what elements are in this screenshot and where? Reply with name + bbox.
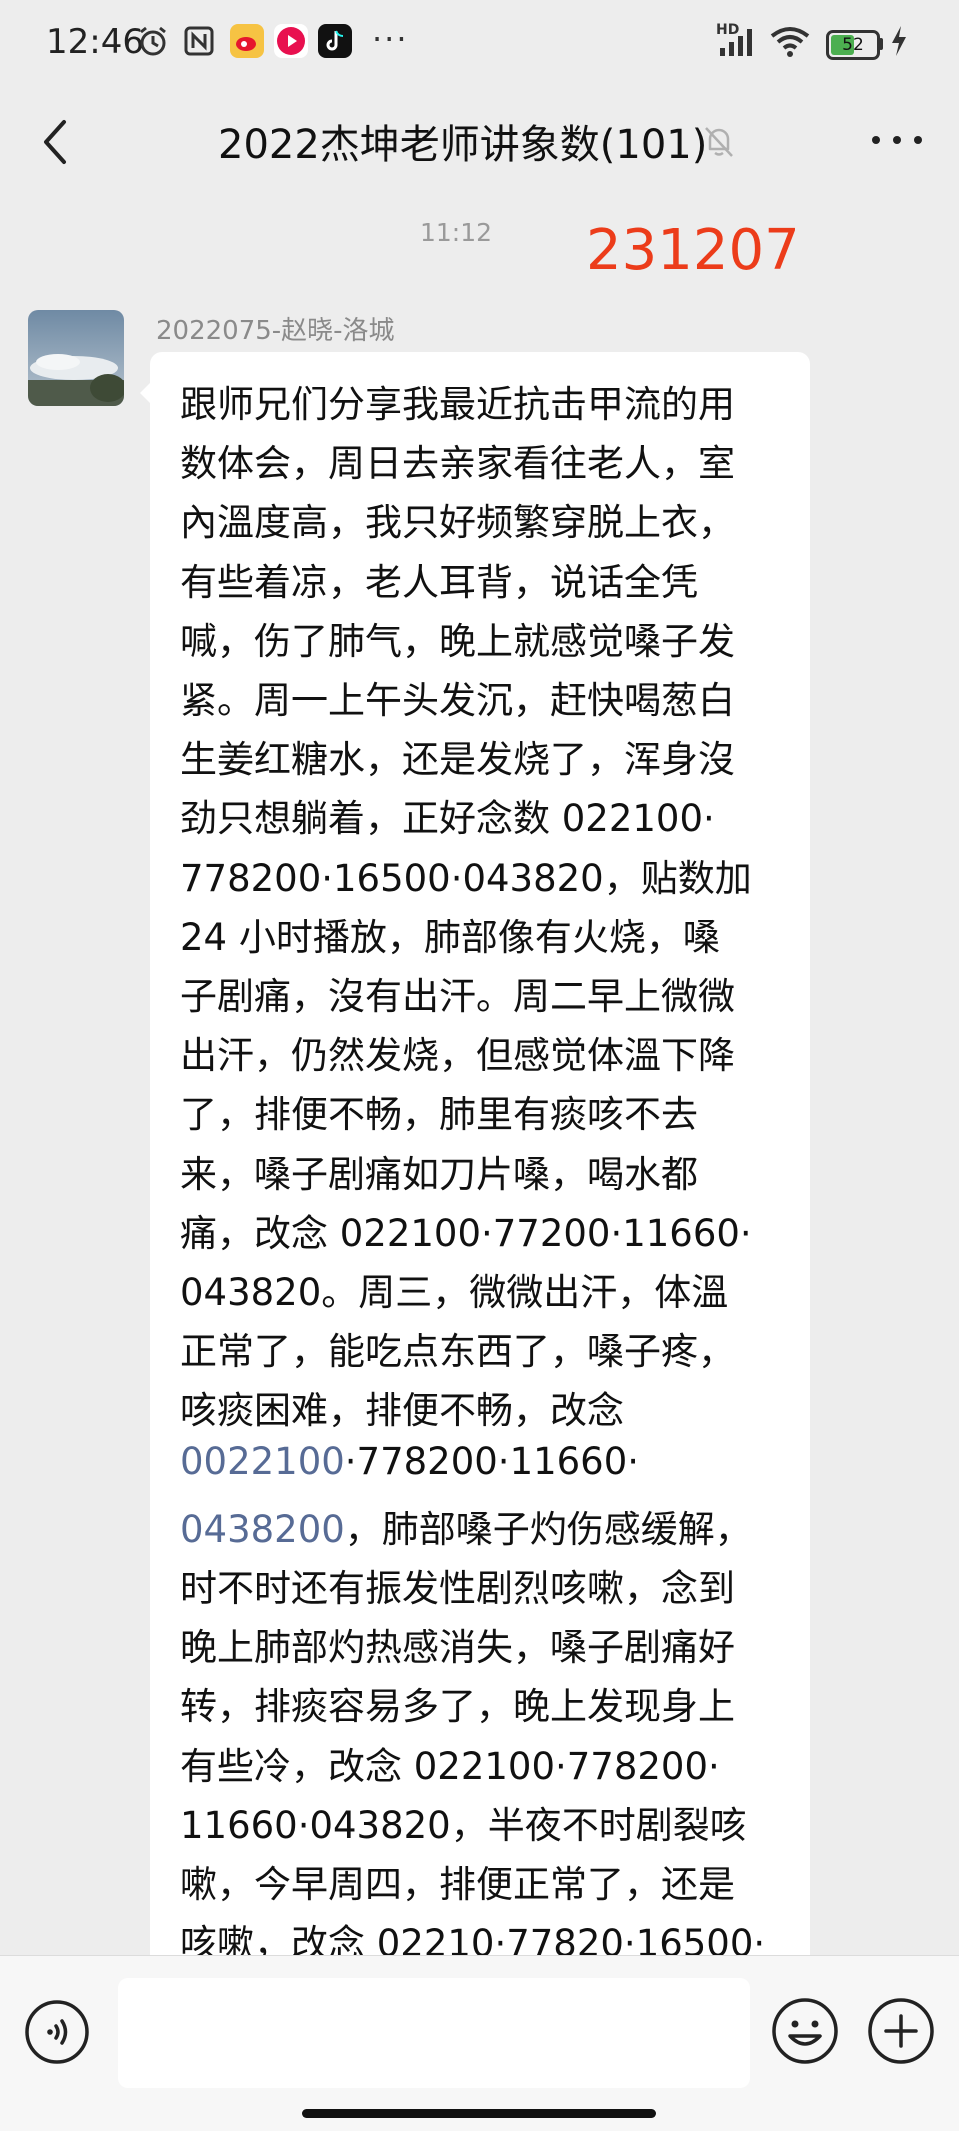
- message-line: 生姜红糖水，还是发烧了，浑身沒: [180, 738, 735, 782]
- input-bar: [0, 1955, 959, 2131]
- message-line: 0438200，肺部嗓子灼伤感缓解，: [180, 1499, 752, 1553]
- battery-indicator: 52: [826, 30, 880, 60]
- home-indicator[interactable]: [302, 2109, 656, 2118]
- message-line: 咳痰困难，排便不畅，改念: [180, 1389, 624, 1433]
- message-line: 转，排痰容易多了，晚上发现身上: [180, 1685, 735, 1729]
- alarm-icon: [140, 26, 166, 56]
- status-time: 12:46: [46, 22, 144, 62]
- message-text: ·778200·11660·: [344, 1439, 640, 1483]
- message-line: 內溫度高，我只好频繁穿脱上衣，: [180, 501, 735, 545]
- message-line: 痛，改念 022100·77200·11660·: [180, 1211, 752, 1255]
- back-icon[interactable]: [28, 110, 84, 174]
- message-line: 0022100·778200·11660·: [180, 1440, 639, 1483]
- nfc-icon: [184, 26, 214, 56]
- status-more-indicator: ···: [372, 20, 409, 58]
- sender-name: 2022075-赵晓-洛城: [156, 316, 395, 346]
- music-icon: [274, 24, 308, 58]
- message-line: 喊，伤了肺气，晚上就感觉嗓子发: [180, 619, 735, 663]
- message-line: 正常了，能吃点东西了，嗓子疼，: [180, 1330, 735, 1374]
- chat-title: 2022杰坤老师讲象数(101): [218, 122, 708, 168]
- wifi-icon: [770, 27, 810, 57]
- tiktok-icon: [318, 24, 352, 58]
- plus-icon[interactable]: [866, 1996, 936, 2066]
- more-icon[interactable]: [862, 120, 932, 160]
- weibo-icon: [230, 24, 264, 58]
- mute-icon: [705, 127, 733, 157]
- number-link[interactable]: 0438200: [180, 1508, 345, 1551]
- message-line: 11660·043820，半夜不时剧裂咳: [180, 1803, 747, 1847]
- signal-icon: [720, 29, 752, 56]
- voice-icon[interactable]: [24, 1999, 90, 2065]
- status-bar: 12:46 ··· HD 52: [0, 0, 959, 92]
- message-line: 紧。周一上午头发沉，赶快喝葱白: [180, 679, 735, 722]
- message-line: 来，嗓子剧痛如刀片嗓，喝水都: [180, 1152, 698, 1196]
- message-line: 劲只想躺着，正好念数 022100·: [180, 797, 715, 841]
- emoji-icon[interactable]: [770, 1996, 840, 2066]
- message-line: 了，排便不畅，肺里有痰咳不去: [180, 1093, 698, 1137]
- battery-cap: [879, 38, 883, 50]
- message-line: 嗽，今早周四，排便正常了，还是: [180, 1863, 735, 1906]
- charging-icon: [892, 26, 906, 56]
- number-link[interactable]: 0022100: [180, 1440, 345, 1483]
- message-line: 跟师兄们分享我最近抗击甲流的用: [180, 383, 735, 426]
- message-input[interactable]: [118, 1978, 750, 2088]
- message-line: 子剧痛，沒有出汗。周二早上微微: [180, 975, 735, 1018]
- message-line: 时不时还有振发性剧烈咳嗽，念到: [180, 1567, 735, 1610]
- message-line: 有些冷，改念 022100·778200·: [180, 1744, 720, 1788]
- message-line: 043820。周三，微微出汗，体溫: [180, 1271, 729, 1314]
- message-line: 出汗，仍然发烧，但感觉体溫下降: [180, 1034, 735, 1078]
- battery-percent: 52: [842, 35, 864, 55]
- message-line: 778200·16500·043820，贴数加: [180, 856, 752, 900]
- avatar[interactable]: [28, 310, 124, 406]
- chat-header: 2022杰坤老师讲象数(101): [0, 92, 959, 192]
- message-bubble[interactable]: 0022100·778200·11660· 0438200，肺部嗓子灼伤感缓解，…: [150, 352, 810, 2012]
- message-line: 24 小时播放，肺部像有火烧，嗓: [180, 915, 720, 959]
- message-line: 数体会，周日去亲家看往老人，室: [180, 442, 735, 486]
- message-text: ，肺部嗓子灼伤感缓解，: [344, 1507, 752, 1551]
- message-timestamp: 11:12: [420, 218, 493, 247]
- message-line: 晚上肺部灼热感消失，嗓子剧痛好: [180, 1626, 735, 1670]
- message-line: 有些着凉，老人耳背，说话全凭: [180, 560, 698, 604]
- overlay-code: 231207: [586, 218, 800, 283]
